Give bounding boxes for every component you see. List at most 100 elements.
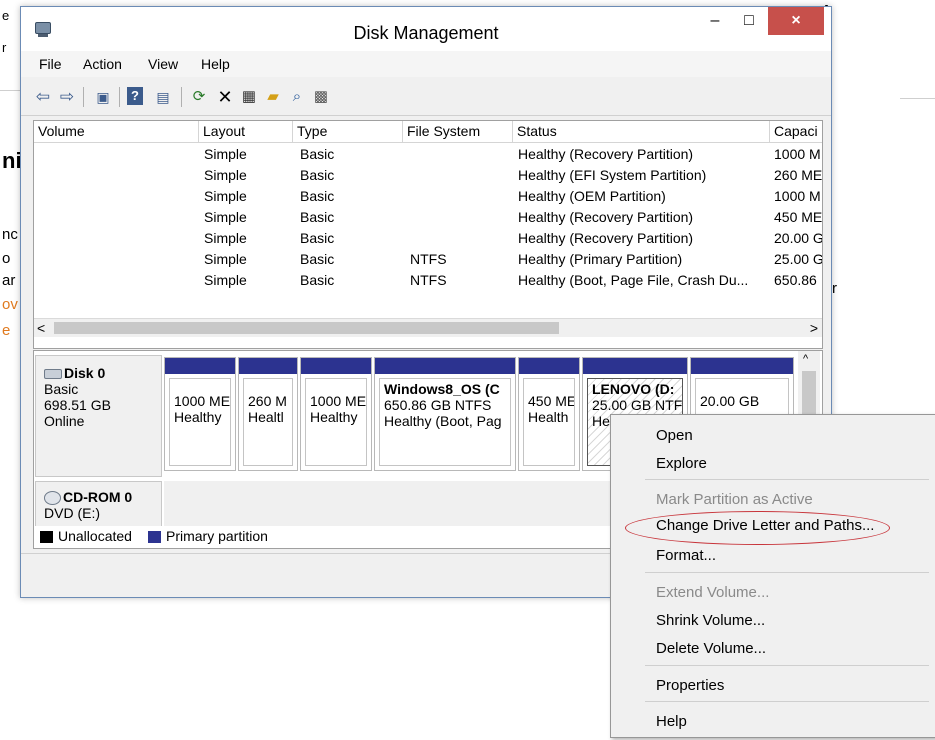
column-header-volume[interactable]: Volume xyxy=(34,121,199,142)
context-menu-item-help[interactable]: Help xyxy=(656,711,687,733)
partition-block[interactable]: 1000 ME Healthy xyxy=(164,357,236,471)
forward-arrow-icon[interactable]: ⇨ xyxy=(57,87,77,107)
scroll-right-arrow-icon[interactable]: > xyxy=(810,319,818,337)
partition-block[interactable]: Windows8_OS (C 650.86 GB NTFS Healthy (Boo… xyxy=(374,357,516,471)
volume-row[interactable]: Simple Basic Healthy (OEM Partition) 1000 M xyxy=(34,186,822,207)
cdrom-drive: DVD (E:) xyxy=(44,505,100,522)
capacity-cell: 650.86 xyxy=(774,272,817,288)
layout-cell: Simple xyxy=(204,167,247,183)
console-tree-icon[interactable]: ▣ xyxy=(93,87,113,107)
context-menu: Open Explore Mark Partition as Active Chang… xyxy=(610,414,935,738)
menu-help[interactable]: Help xyxy=(201,56,230,72)
column-header-layout[interactable]: Layout xyxy=(199,121,293,142)
title-bar[interactable]: Disk Management – □ × xyxy=(21,7,831,51)
maximize-button[interactable]: □ xyxy=(733,7,765,35)
scroll-left-arrow-icon[interactable]: < xyxy=(37,319,45,337)
context-menu-separator xyxy=(645,665,929,666)
background-fragment: e xyxy=(2,8,10,23)
status-cell: Healthy (Recovery Partition) xyxy=(518,146,694,162)
menu-file[interactable]: File xyxy=(39,56,62,72)
disk0-type: Basic xyxy=(44,381,79,397)
file-system-cell: NTFS xyxy=(410,272,447,288)
context-menu-separator xyxy=(645,572,929,573)
type-cell: Basic xyxy=(300,167,335,183)
capacity-cell: 450 ME xyxy=(774,209,823,225)
disk0-name: Disk 0 xyxy=(64,365,106,381)
background-fragment: ar xyxy=(2,272,16,289)
status-cell: Healthy (Primary Partition) xyxy=(518,251,683,267)
scroll-up-arrow-icon[interactable]: ^ xyxy=(803,353,808,365)
volume-list-header: Volume Layout Type File System Status Ca… xyxy=(34,121,822,143)
partition-line1: 650.86 GB NTFS xyxy=(384,397,492,413)
background-fragment: r xyxy=(2,40,7,55)
highlight-annotation-ellipse xyxy=(625,511,890,545)
capacity-cell: 1000 M xyxy=(774,188,821,204)
background-fragment: ov xyxy=(2,296,18,313)
context-menu-item-delete-volume[interactable]: Delete Volume... xyxy=(656,638,766,660)
capacity-cell: 260 ME xyxy=(774,167,823,183)
context-menu-item-explore[interactable]: Explore xyxy=(656,453,707,475)
partition-details: 450 ME Health xyxy=(523,378,575,466)
partition-line2: Healtl xyxy=(248,409,284,425)
volume-row[interactable]: LENOVO (D:)SimpleBasicNTFSHealthy (Prima… xyxy=(34,249,822,270)
menu-bar: File Action View Help xyxy=(21,51,831,77)
column-header-file-system[interactable]: File System xyxy=(403,121,513,142)
minimize-button[interactable]: – xyxy=(699,7,731,35)
context-menu-separator xyxy=(645,701,929,702)
partition-line1: 20.00 GB xyxy=(700,393,760,409)
properties-icon[interactable]: ▦ xyxy=(239,87,259,107)
legend-label-primary: Primary partition xyxy=(166,528,268,544)
open-icon[interactable]: ▰ xyxy=(263,87,283,107)
partition-details: 260 M Healtl xyxy=(243,378,293,466)
context-menu-item-open[interactable]: Open xyxy=(656,425,693,447)
partition-details: 1000 ME Healthy xyxy=(169,378,231,466)
menu-action[interactable]: Action xyxy=(83,56,122,72)
back-arrow-icon[interactable]: ⇦ xyxy=(33,87,53,107)
toolbar-separator xyxy=(181,87,182,107)
partition-block[interactable]: 1000 ME Healthy xyxy=(300,357,372,471)
volume-row[interactable]: Windows8_OS (C:)SimpleBasicNTFSHealthy (… xyxy=(34,270,822,291)
partition-line1: 450 ME xyxy=(528,393,575,409)
context-menu-item-properties[interactable]: Properties xyxy=(656,675,724,697)
legend-label-unallocated: Unallocated xyxy=(58,528,132,544)
volume-row[interactable]: Simple Basic Healthy (EFI System Partition… xyxy=(34,165,822,186)
partition-block[interactable]: 260 M Healtl xyxy=(238,357,298,471)
settings-icon[interactable]: ▩ xyxy=(311,87,331,107)
help-icon[interactable]: ? xyxy=(127,87,143,105)
delete-icon[interactable]: ✕ xyxy=(215,87,235,107)
status-cell: Healthy (Recovery Partition) xyxy=(518,209,694,225)
partition-line1: 260 M xyxy=(248,393,287,409)
type-cell: Basic xyxy=(300,251,335,267)
partition-line2: Healthy (Boot, Pag xyxy=(384,413,502,429)
volume-row[interactable]: Simple Basic Healthy (Recovery Partition) 2… xyxy=(34,228,822,249)
disk0-label[interactable]: Disk 0 Basic 698.51 GB Online xyxy=(35,355,162,477)
partition-line1: 1000 ME xyxy=(174,393,231,409)
volume-row[interactable]: Simple Basic Healthy (Recovery Partition) 4… xyxy=(34,207,822,228)
cdrom-label[interactable]: CD-ROM 0 DVD (E:) xyxy=(35,481,162,527)
explore-icon[interactable]: ⌕ xyxy=(287,87,307,107)
background-divider xyxy=(900,98,935,99)
column-header-type[interactable]: Type xyxy=(293,121,403,142)
context-menu-item-format[interactable]: Format... xyxy=(656,545,716,567)
horizontal-scroll-thumb[interactable] xyxy=(54,322,559,334)
horizontal-scrollbar[interactable]: < > xyxy=(34,318,822,337)
context-menu-item-shrink-volume[interactable]: Shrink Volume... xyxy=(656,610,765,632)
close-button[interactable]: × xyxy=(768,7,824,35)
layout-cell: Simple xyxy=(204,272,247,288)
partition-type-bar xyxy=(583,358,687,374)
type-cell: Basic xyxy=(300,188,335,204)
partition-name: Windows8_OS (C xyxy=(384,381,500,397)
action-pane-icon[interactable]: ▤ xyxy=(153,87,173,107)
column-header-capacity[interactable]: Capaci xyxy=(770,121,822,142)
layout-cell: Simple xyxy=(204,230,247,246)
partition-type-bar xyxy=(375,358,515,374)
partition-type-bar xyxy=(165,358,235,374)
partition-block[interactable]: 450 ME Health xyxy=(518,357,580,471)
volume-row[interactable]: Simple Basic Healthy (Recovery Partition) 1… xyxy=(34,144,822,165)
column-header-status[interactable]: Status xyxy=(513,121,770,142)
menu-view[interactable]: View xyxy=(148,56,178,72)
partition-line2: Healthy xyxy=(310,409,358,425)
refresh-icon[interactable]: ⟳ xyxy=(189,87,209,107)
context-menu-separator xyxy=(645,479,929,480)
partition-line2: Healthy xyxy=(174,409,222,425)
